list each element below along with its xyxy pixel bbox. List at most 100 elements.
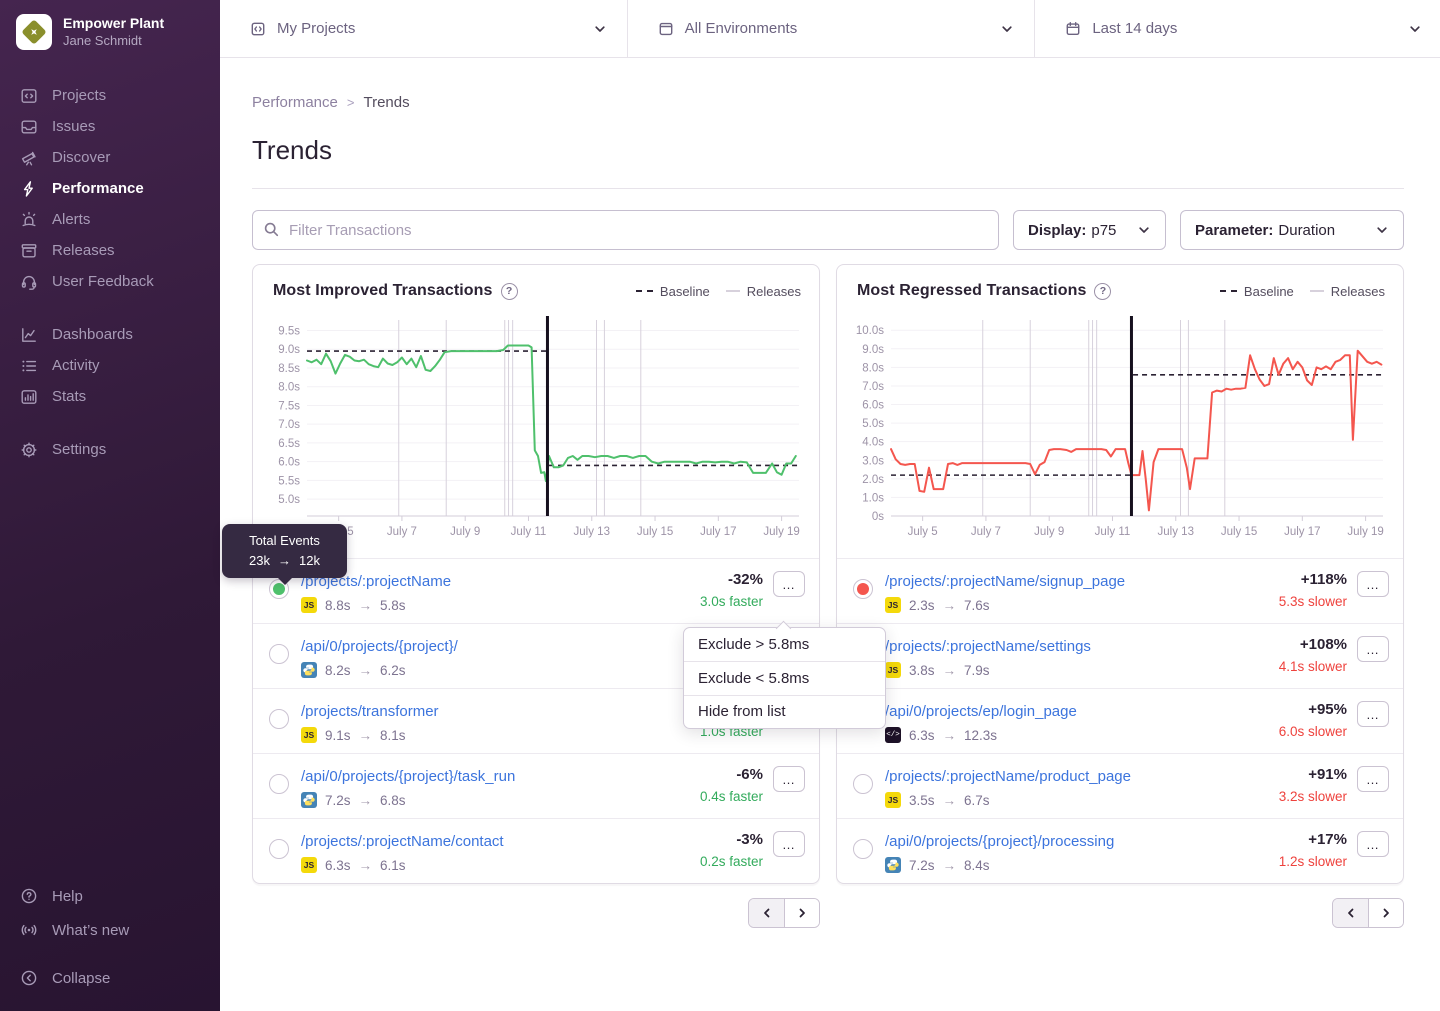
- chevron-down-icon: [1408, 22, 1422, 36]
- date-range-selector[interactable]: Last 14 days: [1034, 0, 1440, 57]
- next-page-button[interactable]: [784, 899, 819, 927]
- previous-page-button[interactable]: [749, 899, 784, 927]
- delta-label: 3.0s faster: [700, 594, 763, 609]
- svg-text:8.5s: 8.5s: [278, 363, 300, 375]
- total-events-tooltip: Total Events 23k → 12k: [222, 524, 347, 578]
- sidebar-nav: Projects Issues Discover Performance Ale…: [0, 80, 220, 465]
- svg-text:2.0s: 2.0s: [862, 474, 884, 486]
- javascript-icon: JS: [301, 727, 317, 743]
- sidebar-item-whats-new[interactable]: What’s new: [0, 913, 220, 947]
- help-icon[interactable]: ?: [501, 283, 518, 300]
- row-actions-button[interactable]: …: [773, 831, 805, 857]
- arrow-right-icon: →: [359, 663, 373, 678]
- transaction-link[interactable]: /projects/transformer: [301, 701, 439, 722]
- row-actions-button[interactable]: …: [1357, 636, 1389, 662]
- display-dropdown[interactable]: Display: p75: [1013, 210, 1166, 250]
- menu-item-exclude-above[interactable]: Exclude > 5.8ms: [684, 628, 885, 661]
- row-actions-button[interactable]: …: [773, 571, 805, 597]
- sidebar-item-label: Releases: [52, 242, 115, 259]
- sidebar-item-label: Alerts: [52, 211, 90, 228]
- transaction-link[interactable]: /api/0/projects/{project}/: [301, 636, 458, 657]
- arrow-right-icon: →: [359, 793, 373, 808]
- help-icon[interactable]: ?: [1094, 283, 1111, 300]
- transaction-radio[interactable]: [853, 774, 873, 794]
- svg-text:July 15: July 15: [1221, 526, 1257, 538]
- row-actions-button[interactable]: …: [1357, 766, 1389, 792]
- sidebar-item-help[interactable]: Help: [0, 879, 220, 913]
- row-actions-button[interactable]: …: [1357, 701, 1389, 727]
- transaction-link[interactable]: /projects/:projectName/signup_page: [885, 571, 1125, 592]
- svg-text:5.0s: 5.0s: [278, 494, 300, 506]
- sidebar-item-releases[interactable]: Releases: [0, 235, 220, 266]
- row-actions-menu: Exclude > 5.8ms Exclude < 5.8ms Hide fro…: [683, 627, 886, 729]
- svg-text:7.0s: 7.0s: [278, 419, 300, 431]
- sidebar-item-collapse[interactable]: Collapse: [0, 961, 220, 995]
- sidebar-item-settings[interactable]: Settings: [0, 434, 220, 465]
- sidebar-item-stats[interactable]: Stats: [0, 381, 220, 412]
- transaction-radio[interactable]: [269, 644, 289, 664]
- breadcrumb: Performance > Trends: [252, 94, 1404, 111]
- performance-icon: [18, 180, 40, 198]
- regressed-trend-chart[interactable]: 0s1.0s2.0s3.0s4.0s5.0s6.0s7.0s8.0s9.0s10…: [845, 312, 1393, 546]
- previous-page-button[interactable]: [1333, 899, 1368, 927]
- transaction-radio[interactable]: [853, 579, 873, 599]
- sidebar-item-issues[interactable]: Issues: [0, 111, 220, 142]
- svg-text:July 9: July 9: [450, 526, 480, 538]
- releases-icon: [18, 242, 40, 260]
- most-regressed-panel: Most Regressed Transactions ? Baseline R…: [836, 264, 1404, 884]
- project-selector[interactable]: My Projects: [220, 0, 627, 57]
- arrow-right-icon: →: [359, 598, 373, 613]
- row-actions-button[interactable]: …: [1357, 831, 1389, 857]
- transaction-link[interactable]: /projects/:projectName/settings: [885, 636, 1091, 657]
- org-name: Empower Plant: [63, 15, 164, 33]
- sidebar-item-label: Projects: [52, 87, 106, 104]
- sidebar-item-label: Issues: [52, 118, 95, 135]
- baseline-swatch: [636, 290, 653, 292]
- arrow-right-icon: →: [943, 728, 957, 743]
- transaction-radio[interactable]: [269, 709, 289, 729]
- app-root: Empower Plant Jane Schmidt Projects Issu…: [0, 0, 1440, 1011]
- next-page-button[interactable]: [1368, 899, 1403, 927]
- transaction-link[interactable]: /projects/:projectName/product_page: [885, 766, 1131, 787]
- transaction-link[interactable]: /api/0/projects/{project}/processing: [885, 831, 1114, 852]
- svg-text:6.0s: 6.0s: [862, 400, 884, 412]
- sidebar-item-alerts[interactable]: Alerts: [0, 204, 220, 235]
- sidebar-item-performance[interactable]: Performance: [0, 173, 220, 204]
- sidebar-item-discover[interactable]: Discover: [0, 142, 220, 173]
- empower-plant-logo-icon: [21, 19, 46, 44]
- svg-text:July 13: July 13: [1158, 526, 1194, 538]
- improved-trend-chart[interactable]: 5.0s5.5s6.0s6.5s7.0s7.5s8.0s8.5s9.0s9.5s…: [261, 312, 809, 546]
- sidebar-item-activity[interactable]: Activity: [0, 350, 220, 381]
- sidebar-item-user-feedback[interactable]: User Feedback: [0, 266, 220, 297]
- svg-text:7.5s: 7.5s: [278, 400, 300, 412]
- breadcrumb-parent[interactable]: Performance: [252, 94, 338, 111]
- sidebar-footer: Help What’s new Collapse: [0, 879, 220, 995]
- user-feedback-icon: [18, 273, 40, 291]
- org-switcher[interactable]: Empower Plant Jane Schmidt: [0, 0, 220, 50]
- chevron-down-icon: [1000, 22, 1014, 36]
- filter-row: Display: p75 Parameter: Duration: [252, 210, 1404, 250]
- menu-item-hide-from-list[interactable]: Hide from list: [684, 695, 885, 728]
- row-actions-button[interactable]: …: [1357, 571, 1389, 597]
- regressed-pagination: [1332, 898, 1404, 928]
- transaction-radio[interactable]: [853, 839, 873, 859]
- row-actions-button[interactable]: …: [773, 766, 805, 792]
- transaction-radio[interactable]: [269, 774, 289, 794]
- search-input[interactable]: [252, 210, 999, 250]
- sidebar-item-projects[interactable]: Projects: [0, 80, 220, 111]
- transaction-link[interactable]: /api/0/projects/ep/login_page: [885, 701, 1077, 722]
- sidebar-item-label: Help: [52, 888, 83, 905]
- breadcrumb-current: Trends: [363, 94, 409, 111]
- sidebar-item-dashboards[interactable]: Dashboards: [0, 319, 220, 350]
- percent-change: +118%: [1279, 571, 1347, 588]
- transaction-radio[interactable]: [269, 839, 289, 859]
- chart-legend: Baseline Releases: [636, 284, 801, 299]
- menu-item-exclude-below[interactable]: Exclude < 5.8ms: [684, 661, 885, 694]
- transaction-link[interactable]: /projects/:projectName/contact: [301, 831, 504, 852]
- transaction-link[interactable]: /api/0/projects/{project}/task_run: [301, 766, 515, 787]
- parameter-dropdown[interactable]: Parameter: Duration: [1180, 210, 1404, 250]
- svg-text:8.0s: 8.0s: [862, 362, 884, 374]
- environment-selector[interactable]: All Environments: [627, 0, 1035, 57]
- python-icon: [301, 792, 317, 808]
- javascript-icon: JS: [301, 857, 317, 873]
